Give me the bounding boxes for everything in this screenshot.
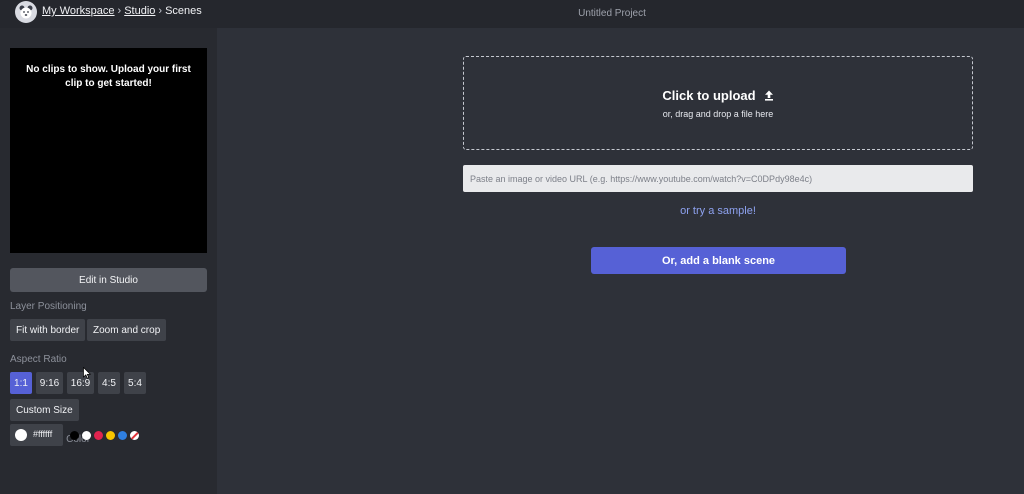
breadcrumb-studio-link[interactable]: Studio [124,5,155,17]
upload-arrow-icon [764,90,773,101]
try-sample-link[interactable]: or try a sample! [680,205,756,217]
swatch-transparent[interactable] [130,431,139,440]
current-color-hex: #ffffff [33,429,53,439]
fit-with-border-button[interactable]: Fit with border [10,319,86,341]
aspect-4-5-button[interactable]: 4:5 [98,372,120,394]
breadcrumb-workspace-link[interactable]: My Workspace [42,5,115,17]
breadcrumb: My Workspace › Studio › Scenes [42,5,202,17]
upload-title: Click to upload [662,88,756,103]
add-blank-scene-button[interactable]: Or, add a blank scene [591,247,846,274]
mouse-cursor-icon [83,367,91,379]
empty-preview-message: No clips to show. Upload your first clip… [26,64,191,89]
custom-size-button[interactable]: Custom Size [10,399,79,421]
aspect-ratio-label: Aspect Ratio [10,354,67,365]
zoom-and-crop-button[interactable]: Zoom and crop [87,319,167,341]
swatch-blue[interactable] [118,431,127,440]
breadcrumb-separator: › [117,5,122,17]
bear-avatar-icon[interactable] [15,1,37,23]
swatch-red[interactable] [94,431,103,440]
upload-dropzone[interactable]: Click to upload or, drag and drop a file… [463,56,973,150]
current-color-swatch [15,429,27,441]
breadcrumb-separator: › [158,5,163,17]
aspect-5-4-button[interactable]: 5:4 [124,372,146,394]
breadcrumb-current-page: Scenes [165,5,202,17]
swatch-white[interactable] [82,431,91,440]
aspect-9-16-button[interactable]: 9:16 [36,372,63,394]
edit-in-studio-button[interactable]: Edit in Studio [10,268,207,292]
media-url-input[interactable] [463,165,973,192]
aspect-1-1-button[interactable]: 1:1 [10,372,32,394]
swatch-yellow[interactable] [106,431,115,440]
layer-positioning-label: Layer Positioning [10,301,87,312]
upload-subtitle: or, drag and drop a file here [662,109,774,119]
background-color-picker[interactable]: #ffffff [10,424,63,446]
swatch-black[interactable] [70,431,79,440]
clip-preview: No clips to show. Upload your first clip… [10,48,207,253]
project-title[interactable]: Untitled Project [578,8,646,19]
top-bar: My Workspace › Studio › Scenes Untitled Proj… [0,0,1024,28]
